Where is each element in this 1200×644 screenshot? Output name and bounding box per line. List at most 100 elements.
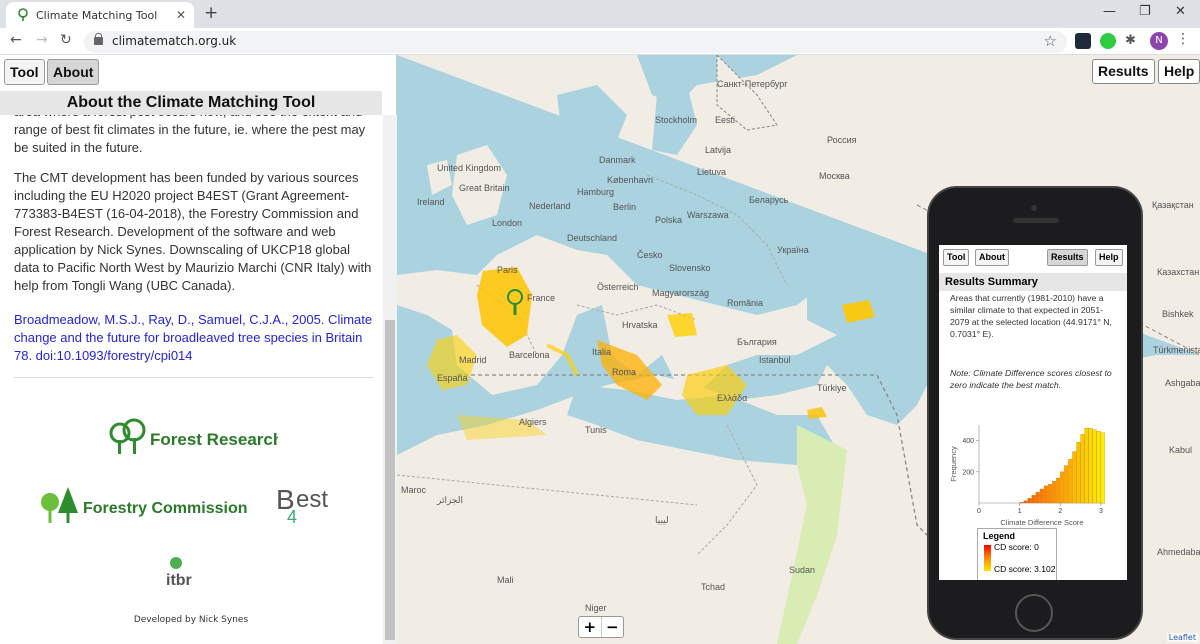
leaflet-attribution[interactable]: Leaflet: [1166, 633, 1198, 642]
forward-icon[interactable]: →: [36, 32, 48, 48]
sidebar-scrollbar[interactable]: [383, 115, 397, 644]
map-label: Istanbul: [759, 355, 791, 365]
legend-min-label: CD score: 0: [994, 542, 1039, 552]
forest-research-text: Forest Research: [150, 430, 278, 449]
phone-tool-button[interactable]: Tool: [943, 249, 970, 266]
histogram-bar: [1056, 477, 1061, 504]
back-icon[interactable]: ←: [10, 32, 22, 48]
puzzle-extensions-icon[interactable]: ✱: [1125, 33, 1141, 49]
divider: [14, 377, 374, 378]
x-tick-label: 3: [1099, 508, 1103, 515]
map-label: Ashgabat: [1165, 378, 1200, 388]
map-label: Eesti: [715, 115, 736, 125]
phone-home-button: [1015, 594, 1053, 632]
y-axis-label: Frequency: [949, 446, 958, 482]
map-label: Algiers: [519, 417, 547, 427]
map-label: الجزائر: [437, 495, 463, 505]
map-label: France: [527, 293, 556, 303]
phone-camera: [1031, 205, 1037, 211]
map-label: Great Britain: [459, 183, 510, 193]
histogram-bar: [1068, 459, 1073, 504]
react-extension-icon[interactable]: [1075, 33, 1091, 49]
map-label: Tchad: [701, 582, 726, 592]
phone-mockup: Tool About Results Help Results Summary …: [927, 186, 1143, 640]
map-label: Kabul: [1169, 445, 1193, 455]
profile-avatar[interactable]: N: [1150, 32, 1168, 50]
phone-results-button[interactable]: Results: [1047, 249, 1088, 266]
map-label: Ahmedabad: [1157, 547, 1200, 557]
bookmark-star-icon[interactable]: ☆: [1044, 32, 1057, 50]
x-tick-label: 2: [1058, 508, 1062, 515]
citation-link[interactable]: Broadmeadow, M.S.J., Ray, D., Samuel, C.…: [14, 311, 374, 365]
histogram-bar: [1072, 451, 1077, 504]
map-label: България: [737, 337, 777, 347]
scrollbar-thumb[interactable]: [385, 320, 395, 640]
map-label: Slovensko: [669, 263, 711, 273]
b4est-logo: B est 4: [276, 484, 328, 527]
legend: Legend CD score: 0 CD score: 3.102: [977, 528, 1057, 580]
about-button[interactable]: About: [47, 59, 100, 85]
results-button[interactable]: Results: [1092, 59, 1155, 84]
svg-text:est: est: [296, 486, 328, 513]
legend-title: Legend: [983, 531, 1016, 541]
map-label: Italia: [592, 347, 612, 357]
histogram-bar: [1080, 434, 1085, 504]
maximize-icon[interactable]: ❐: [1139, 4, 1151, 19]
forestry-commission-text: Forestry Commission: [83, 500, 247, 517]
svg-text:4: 4: [287, 507, 297, 527]
tree-favicon-icon: [18, 8, 28, 21]
map-label: Polska: [655, 215, 683, 225]
phone-about-button[interactable]: About: [975, 249, 1009, 266]
map-label: Barcelona: [509, 350, 550, 360]
phone-help-button[interactable]: Help: [1095, 249, 1123, 266]
map-label: Türkmenistan: [1153, 345, 1200, 355]
histogram-bar: [1092, 429, 1097, 504]
map-label: Україна: [777, 245, 809, 255]
map-label: Tunis: [585, 425, 607, 435]
map-label: Санкт-Петербург: [717, 79, 788, 89]
map-label: Россия: [827, 135, 857, 145]
browser-tab-strip: Climate Matching Tool ✕ + — ❐ ✕: [0, 0, 1200, 28]
map-label: Madrid: [459, 355, 487, 365]
histogram-bar: [1076, 442, 1081, 504]
map-label: Bishkek: [1162, 309, 1194, 319]
more-menu-icon[interactable]: ⋮: [1176, 31, 1190, 47]
histogram-bar: [1031, 495, 1036, 504]
zoom-out-button[interactable]: −: [602, 617, 624, 637]
about-heading: About the Climate Matching Tool: [0, 91, 382, 115]
minimize-icon[interactable]: —: [1103, 4, 1116, 19]
map-label: Stockholm: [655, 115, 698, 125]
map-label: Paris: [497, 265, 518, 275]
map-label: ليبيا: [655, 515, 669, 525]
tab-close-icon[interactable]: ✕: [174, 8, 188, 22]
browser-toolbar: ← → ↻ climatematch.org.uk ☆ ✱ N ⋮: [0, 28, 1200, 55]
reload-icon[interactable]: ↻: [60, 32, 72, 48]
map-label: Niger: [585, 603, 607, 613]
map-label: Türkiye: [817, 383, 847, 393]
map-label: Österreich: [597, 282, 639, 292]
map-label: Ελλάδα: [717, 393, 748, 403]
map-label: Nederland: [529, 201, 571, 211]
map-label: España: [437, 373, 468, 383]
map-label: Ireland: [417, 197, 445, 207]
histogram-bar: [1047, 484, 1052, 504]
map-label: Latvija: [705, 145, 732, 155]
y-tick-label: 200: [962, 469, 974, 476]
map-label: Berlin: [613, 202, 637, 212]
x-tick-label: 0: [977, 508, 981, 515]
zoom-in-button[interactable]: +: [579, 617, 602, 637]
about-paragraph: area where a forest pest occurs now, and…: [14, 115, 366, 155]
close-window-icon[interactable]: ✕: [1175, 4, 1186, 19]
zoom-control: + −: [578, 616, 624, 638]
histogram-bar: [1100, 432, 1105, 504]
new-tab-button[interactable]: +: [204, 3, 218, 23]
map-label: Maroc: [401, 485, 427, 495]
x-axis-label: Climate Difference Score: [1000, 518, 1083, 527]
help-button[interactable]: Help: [1158, 59, 1200, 84]
address-bar[interactable]: climatematch.org.uk ☆: [84, 31, 1067, 53]
green-extension-icon[interactable]: [1100, 33, 1116, 49]
histogram-bar: [1027, 498, 1032, 504]
browser-tab[interactable]: Climate Matching Tool ✕: [6, 2, 194, 28]
page: Tool About About the Climate Matching To…: [0, 55, 1200, 644]
tool-button[interactable]: Tool: [4, 59, 45, 85]
